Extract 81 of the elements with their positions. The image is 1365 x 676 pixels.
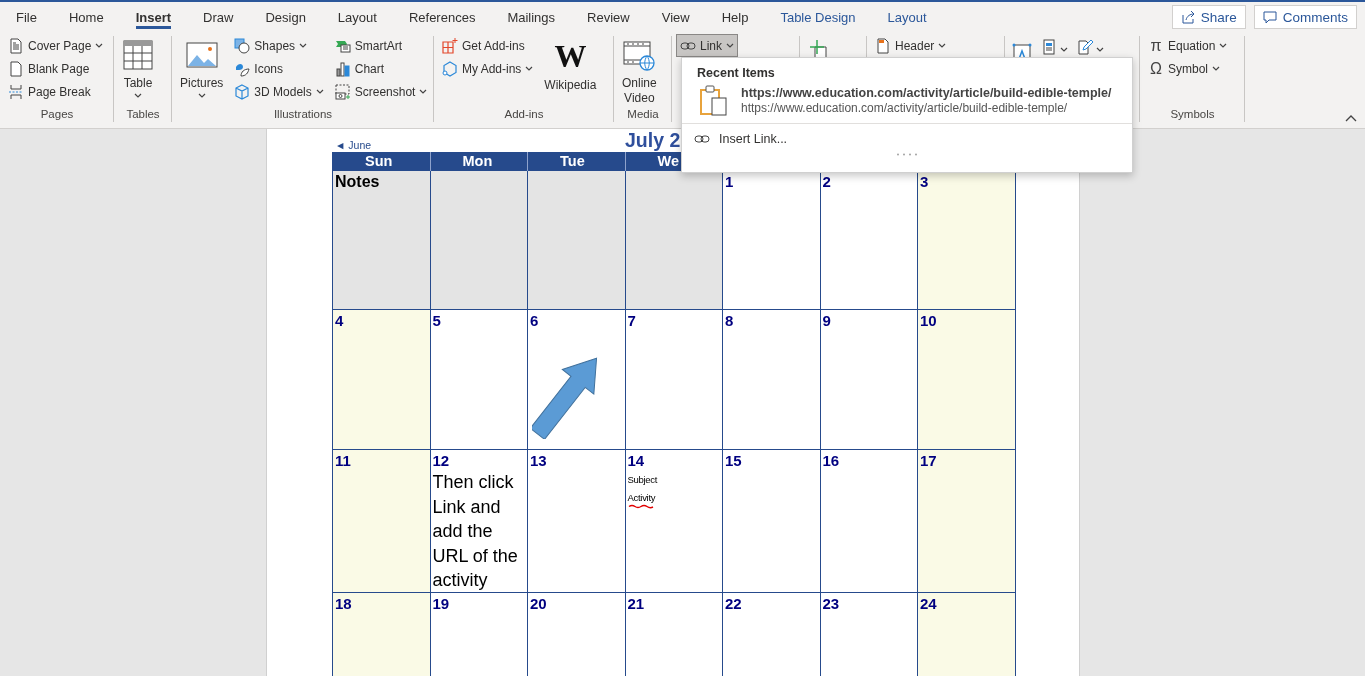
link-url: https://www.education.com/activity/article/build-edible-temple/ [741,100,1069,115]
day-number: 13 [530,452,548,469]
ribbon-button[interactable]: Page Break [4,80,95,103]
note-text: Subject [627,474,658,486]
day-number: 18 [335,595,353,612]
day-number: 22 [725,595,743,612]
group-label: Pages [39,108,75,122]
day-number: 10 [920,312,938,329]
day-number: 24 [920,595,938,612]
ribbon-button[interactable]: Link [676,34,738,57]
ribbon-tab[interactable]: View [645,2,706,32]
ribbon-tab[interactable]: References [392,2,492,32]
ribbon-tab[interactable]: Draw [187,2,250,32]
day-number: 3 [920,173,930,190]
ribbon-button[interactable]: π Equation [1144,34,1232,57]
note-text: Then click Link and add the URL of the activity [432,471,519,592]
day-number: 9 [822,312,832,329]
ribbon-tab[interactable]: Review [571,2,646,32]
ribbon-button[interactable]: My Add-ins [438,57,538,80]
day-number: 19 [432,595,451,612]
ribbon-button[interactable]: Cover Page [4,34,108,57]
day-number: 23 [822,595,841,612]
share-button[interactable]: Share [1171,5,1246,29]
notes-label: Notes [335,173,381,191]
ribbon-button[interactable]: Pictures [176,34,228,106]
group-label: Media [626,108,660,122]
day-number: 20 [530,595,548,612]
previous-month-link[interactable]: ◄ June [332,139,372,152]
ribbon-button[interactable]: Table [118,34,158,106]
day-number: 21 [627,595,646,612]
weekday-label: Mon [462,152,493,171]
ribbon-tab[interactable]: Table Design [764,2,872,32]
day-number: 8 [725,312,735,329]
ribbon-button[interactable]: Shapes [230,34,312,57]
symbol-icon: π [1148,36,1164,55]
day-number: 2 [822,173,832,190]
weekday-label: Sun [365,152,393,171]
ribbon-button[interactable]: Ω Symbol [1144,57,1224,80]
menu-heading: Recent Items [696,65,776,80]
link-title: https://www.education.com/activity/article/build-edible-temple/ [741,85,1112,100]
ribbon-button[interactable]: Screenshot [330,80,432,103]
weekday-label: We [657,152,679,171]
month-title: July 2 [625,129,681,152]
ribbon-button[interactable]: SmartArt [330,34,407,57]
logo-letter: W [554,39,587,73]
note-text: Activity [627,492,656,504]
weekday-label: Tue [560,152,585,171]
ribbon-button[interactable]: Icons [230,57,288,80]
day-number: 14 [627,452,646,469]
day-number: 16 [822,452,841,469]
group-label: Symbols [1169,108,1216,122]
ribbon-tab[interactable]: File [0,2,53,32]
comments-button[interactable]: Comments [1253,5,1357,29]
ribbon-tab[interactable]: Help [705,2,765,32]
ribbon-button[interactable]: Blank Page [4,57,94,80]
group-label: Add-ins [503,108,545,122]
ribbon-tab[interactable]: Design [249,2,322,32]
ribbon-button[interactable]: W Wikipedia [540,34,601,106]
ribbon-tab[interactable]: Mailings [491,2,572,32]
ribbon-button[interactable]: Online Video [618,34,661,106]
day-number: 4 [335,312,345,329]
ribbon-button[interactable]: Header [871,34,951,57]
ribbon-button[interactable]: Get Add-ins [438,34,529,57]
group-label: Illustrations [272,108,334,122]
day-number: 6 [530,312,540,329]
day-number: 12 [432,452,451,469]
ribbon-tab[interactable]: Home [52,2,120,32]
ribbon-button[interactable]: Chart [330,57,389,80]
day-number: 7 [627,312,637,329]
recent-link-item[interactable]: https://www.education.com/activity/article/build-edible-temple/ https://www.education.com/activity/article/build-edible-temple/ [682,80,1132,120]
day-number: 15 [725,452,743,469]
symbol-icon: Ω [1148,59,1164,78]
ribbon-tab[interactable]: Layout [321,2,393,32]
insert-link-item[interactable]: Insert Link... [682,124,800,149]
ribbon-tab[interactable]: Layout [871,2,943,32]
group-label: Tables [125,108,161,122]
ribbon-button[interactable]: 3D Models [230,80,328,103]
day-number: 5 [432,312,442,329]
day-number: 17 [920,452,938,469]
day-number: 11 [335,452,352,469]
day-number: 1 [725,173,735,190]
